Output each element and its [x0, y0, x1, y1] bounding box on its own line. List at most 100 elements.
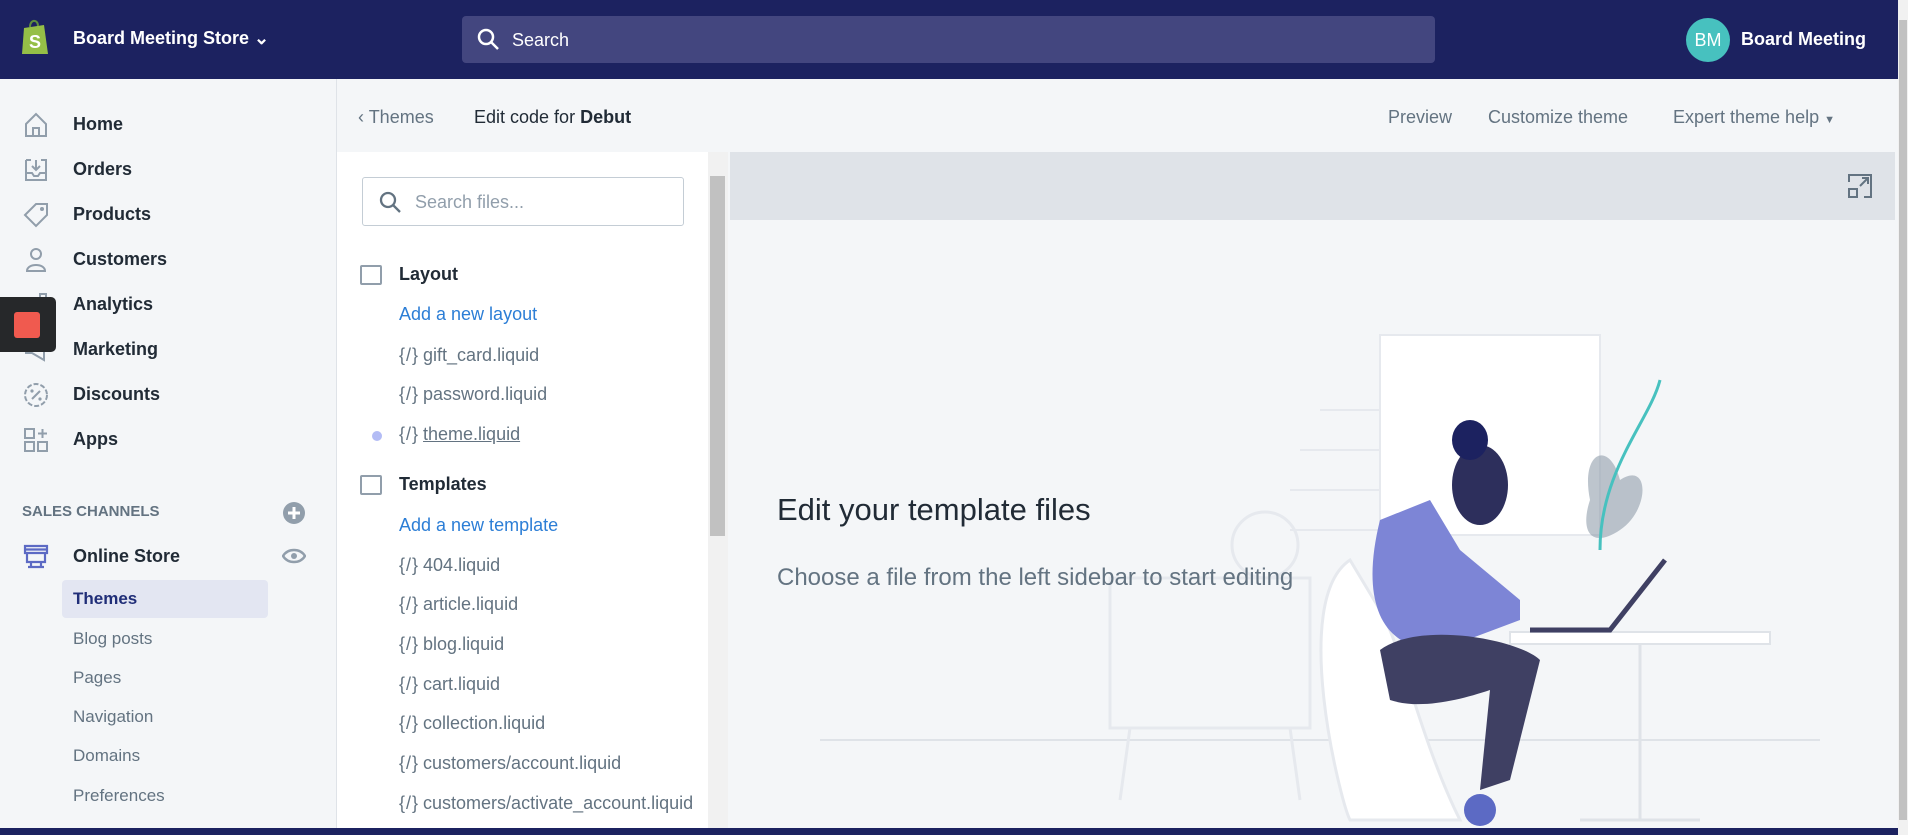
sales-channels-heading: SALES CHANNELS: [22, 503, 160, 520]
folder-templates[interactable]: Templates: [399, 474, 487, 495]
editor-empty-title: Edit your template files: [777, 492, 1091, 527]
expert-help-label: Expert theme help: [1673, 107, 1820, 127]
store-switcher[interactable]: Board Meeting Store ⌄: [73, 28, 269, 49]
sidebar-item-orders[interactable]: Orders: [0, 149, 337, 189]
file-name: collection.liquid: [423, 713, 546, 733]
search-files-placeholder: Search files...: [415, 192, 525, 212]
user-name[interactable]: Board Meeting: [1741, 29, 1866, 50]
file-item[interactable]: {/} blog.liquid: [399, 634, 504, 655]
liquid-file-icon: {/}: [399, 555, 420, 575]
liquid-file-icon: {/}: [399, 345, 420, 365]
person-icon: [25, 248, 47, 272]
search-icon: [477, 28, 499, 50]
editor-tab-bar: [730, 152, 1895, 220]
home-icon: [25, 112, 47, 137]
file-item[interactable]: {/} 404.liquid: [399, 555, 500, 576]
file-name: cart.liquid: [423, 674, 501, 694]
add-template-link[interactable]: Add a new template: [399, 515, 558, 536]
file-name: customers/account.liquid: [423, 753, 622, 773]
sidebar-sub-preferences[interactable]: Preferences: [73, 786, 165, 806]
sidebar-sub-blog-posts[interactable]: Blog posts: [73, 629, 152, 649]
file-name: blog.liquid: [423, 634, 505, 654]
sidebar: Home Orders Products Customers Analytics…: [0, 79, 337, 828]
sidebar-sub-domains[interactable]: Domains: [73, 746, 140, 766]
bottom-bar: [0, 828, 1898, 835]
expert-theme-help-button[interactable]: Expert theme help ▼: [1673, 107, 1835, 128]
modified-dot-icon: [372, 431, 382, 441]
expand-icon[interactable]: [1846, 172, 1874, 200]
sidebar-item-apps[interactable]: Apps: [0, 419, 337, 459]
chevron-down-icon: ⌄: [254, 28, 270, 48]
page-header: ‹ Themes Edit code for Debut Preview Cus…: [337, 79, 1898, 152]
file-item[interactable]: {/} collection.liquid: [399, 713, 545, 734]
back-label: Themes: [368, 107, 434, 127]
orders-icon: [25, 159, 47, 181]
search-input[interactable]: Search: [462, 16, 1435, 63]
file-name: customers/activate_account.liquid: [423, 793, 694, 813]
folder-layout[interactable]: Layout: [399, 264, 458, 285]
sidebar-label: Discounts: [73, 384, 161, 404]
folder-templates-icon[interactable]: [360, 475, 382, 495]
liquid-file-icon: {/}: [399, 424, 420, 444]
folder-layout-icon[interactable]: [360, 265, 382, 285]
tag-icon: [23, 203, 48, 228]
apps-icon: [24, 428, 48, 452]
file-item[interactable]: {/} customers/account.liquid: [399, 753, 621, 774]
file-item[interactable]: {/} cart.liquid: [399, 674, 500, 695]
liquid-file-icon: {/}: [399, 753, 420, 773]
search-placeholder: Search: [512, 30, 570, 50]
shopify-logo-icon[interactable]: S: [20, 18, 50, 56]
customize-theme-button[interactable]: Customize theme: [1488, 107, 1628, 128]
add-layout-link[interactable]: Add a new layout: [399, 304, 537, 325]
title-prefix: Edit code for: [474, 107, 576, 127]
eye-icon[interactable]: [282, 547, 306, 565]
back-to-themes-link[interactable]: ‹ Themes: [358, 107, 434, 128]
liquid-file-icon: {/}: [399, 384, 420, 404]
sidebar-label: Analytics: [73, 294, 154, 314]
sidebar-sub-navigation[interactable]: Navigation: [73, 707, 153, 727]
sidebar-sub-pages[interactable]: Pages: [73, 668, 121, 688]
online-store-icon: [23, 544, 49, 569]
sidebar-item-customers[interactable]: Customers: [0, 239, 337, 279]
theme-name: Debut: [580, 107, 632, 127]
page-scrollbar-thumb[interactable]: [1899, 20, 1907, 820]
add-channel-icon[interactable]: [283, 502, 305, 524]
preview-button[interactable]: Preview: [1388, 107, 1452, 128]
search-icon: [379, 191, 401, 213]
sidebar-sub-themes[interactable]: Themes: [73, 589, 137, 609]
editor-empty-subtitle: Choose a file from the left sidebar to s…: [777, 564, 1294, 591]
sidebar-label: Apps: [73, 429, 118, 449]
svg-text:S: S: [29, 32, 41, 52]
chevron-left-icon: ‹: [358, 107, 364, 127]
page-title: Edit code for Debut: [474, 107, 631, 128]
search-files-input[interactable]: Search files...: [362, 177, 684, 226]
caret-down-icon: ▼: [1824, 114, 1835, 126]
file-name: article.liquid: [423, 594, 519, 614]
liquid-file-icon: {/}: [399, 793, 420, 813]
sidebar-label: Home: [73, 114, 124, 134]
sidebar-item-online-store[interactable]: Online Store: [73, 546, 180, 567]
sidebar-item-discounts[interactable]: Discounts: [0, 374, 337, 414]
file-item[interactable]: {/} gift_card.liquid: [399, 345, 539, 366]
sidebar-item-products[interactable]: Products: [0, 194, 337, 234]
stop-icon: [14, 312, 40, 338]
page-scrollbar[interactable]: [1898, 0, 1908, 835]
stop-recording-button[interactable]: [0, 297, 56, 352]
sidebar-label: Customers: [73, 249, 168, 269]
store-name: Board Meeting Store: [73, 28, 250, 48]
sidebar-item-home[interactable]: Home: [0, 104, 337, 144]
liquid-file-icon: {/}: [399, 594, 420, 614]
liquid-file-icon: {/}: [399, 634, 420, 654]
sidebar-label: Orders: [73, 159, 133, 179]
file-name: theme.liquid: [423, 424, 521, 444]
file-item[interactable]: {/} password.liquid: [399, 384, 547, 405]
file-item[interactable]: {/} theme.liquid: [399, 424, 520, 445]
file-name: 404.liquid: [423, 555, 501, 575]
top-bar: S Board Meeting Store ⌄ Search BM Board …: [0, 0, 1898, 79]
file-item[interactable]: {/} customers/activate_account.liquid: [399, 793, 708, 814]
avatar[interactable]: BM: [1686, 18, 1730, 62]
file-list-scrollbar[interactable]: [708, 152, 728, 828]
scrollbar-thumb[interactable]: [710, 176, 725, 536]
file-item[interactable]: {/} article.liquid: [399, 594, 518, 615]
liquid-file-icon: {/}: [399, 713, 420, 733]
